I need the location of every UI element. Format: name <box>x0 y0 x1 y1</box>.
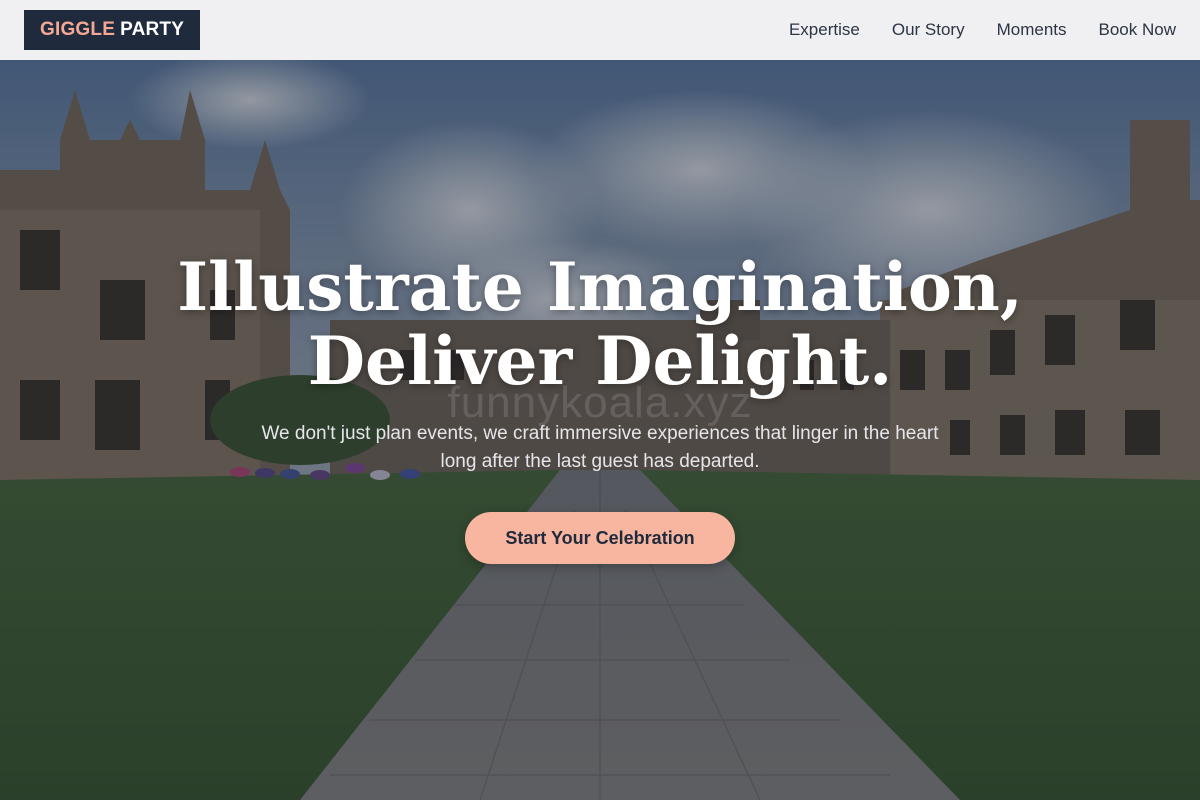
brand-logo[interactable]: GIGGLE PARTY <box>24 10 201 50</box>
nav-link-our-story[interactable]: Our Story <box>892 20 965 40</box>
nav-links: Expertise Our Story Moments Book Now <box>757 0 1176 60</box>
hero-content: Illustrate Imagination, Deliver Delight.… <box>0 250 1200 564</box>
hero-title-line2: Deliver Delight. <box>307 322 893 400</box>
navbar: GIGGLE PARTY Expertise Our Story Moments… <box>0 0 1200 60</box>
hero-section: funnykoala.xyz Illustrate Imagination, D… <box>0 60 1200 800</box>
hero-title: Illustrate Imagination, Deliver Delight. <box>100 250 1100 398</box>
brand-logo-part2: PARTY <box>120 19 185 40</box>
hero-subtitle: We don't just plan events, we craft imme… <box>261 423 939 472</box>
nav-link-moments[interactable]: Moments <box>997 20 1067 40</box>
nav-link-book-now[interactable]: Book Now <box>1099 20 1176 40</box>
nav-link-expertise[interactable]: Expertise <box>789 20 860 40</box>
page: GIGGLE PARTY Expertise Our Story Moments… <box>0 0 1200 800</box>
start-celebration-button[interactable]: Start Your Celebration <box>465 512 735 564</box>
brand-logo-part1: GIGGLE <box>40 19 116 40</box>
hero-title-line1: Illustrate Imagination, <box>177 248 1023 326</box>
